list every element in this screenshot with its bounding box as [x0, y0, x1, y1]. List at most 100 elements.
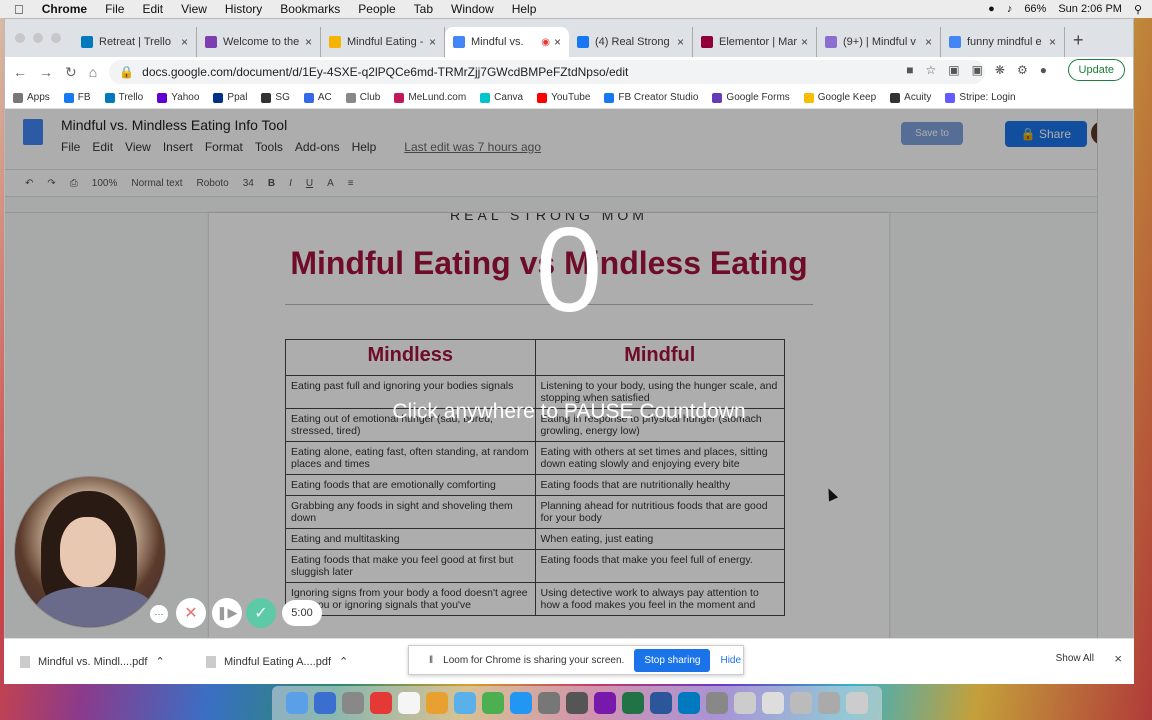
search-icon[interactable]: ⚲ [1134, 3, 1142, 16]
chevron-up-icon[interactable]: ⌃ [155, 655, 164, 668]
dock-app-icon[interactable] [454, 692, 476, 714]
bookmark-item[interactable]: Acuity [890, 92, 931, 103]
close-window-button[interactable] [15, 33, 25, 43]
bookmark-item[interactable]: Ppal [213, 92, 247, 103]
bookmark-item[interactable]: FB [63, 92, 91, 103]
bookmark-item[interactable]: Apps [13, 92, 50, 103]
wifi-icon[interactable]: ● [988, 3, 995, 15]
hide-button[interactable]: Hide [720, 655, 741, 666]
reload-icon[interactable]: ↻ [65, 64, 77, 81]
bookmark-item[interactable]: AC [303, 92, 332, 103]
menubar-app[interactable]: Chrome [42, 2, 87, 16]
tab-mindful-vs[interactable]: Mindful vs. ◉ × [445, 27, 569, 57]
close-tab-icon[interactable]: × [677, 35, 684, 49]
dock-app-icon[interactable] [622, 692, 644, 714]
dock-app-icon[interactable] [734, 692, 756, 714]
bookmark-item[interactable]: Google Keep [803, 92, 876, 103]
more-options-icon[interactable]: ⋯ [150, 605, 168, 623]
camera-icon[interactable]: ■ [906, 63, 913, 77]
extension-icon[interactable]: ▣ [972, 63, 983, 77]
dock-app-icon[interactable] [370, 692, 392, 714]
dock-app-icon[interactable] [790, 692, 812, 714]
tab-mindful-v[interactable]: (9+) | Mindful v × [817, 27, 941, 57]
close-tab-icon[interactable]: × [305, 35, 312, 49]
menubar-people[interactable]: People [358, 2, 395, 16]
tab-real-strong[interactable]: (4) Real Strong × [569, 27, 693, 57]
menubar-bookmarks[interactable]: Bookmarks [280, 2, 340, 16]
menubar-tab[interactable]: Tab [414, 2, 433, 16]
bookmark-item[interactable]: Yahoo [157, 92, 199, 103]
bookmark-item[interactable]: Stripe: Login [945, 92, 1016, 103]
countdown-overlay[interactable] [5, 109, 1133, 639]
bookmark-item[interactable]: FB Creator Studio [604, 92, 698, 103]
bookmark-item[interactable]: Trello [104, 92, 143, 103]
close-tab-icon[interactable]: × [429, 35, 436, 49]
pause-recording-button[interactable]: ❚▶ [212, 598, 242, 628]
profile-avatar[interactable]: ● [1040, 63, 1047, 77]
menubar-view[interactable]: View [181, 2, 207, 16]
apple-icon[interactable]:  [14, 2, 24, 17]
tab-welcome[interactable]: Welcome to the × [197, 27, 321, 57]
bookmark-item[interactable]: Canva [480, 92, 523, 103]
dock-app-icon[interactable] [594, 692, 616, 714]
zoom-window-button[interactable] [51, 33, 61, 43]
loom-icon[interactable]: ❋ [995, 63, 1005, 77]
dock-app-icon[interactable] [426, 692, 448, 714]
close-tab-icon[interactable]: × [181, 35, 188, 49]
clock[interactable]: Sun 2:06 PM [1058, 3, 1122, 15]
bookmark-item[interactable]: Club [345, 92, 380, 103]
menubar-window[interactable]: Window [451, 2, 494, 16]
dock-app-icon[interactable] [678, 692, 700, 714]
dock-app-icon[interactable] [538, 692, 560, 714]
volume-icon[interactable]: ♪ [1007, 3, 1013, 15]
close-tab-icon[interactable]: × [1049, 35, 1056, 49]
dock-app-icon[interactable] [650, 692, 672, 714]
new-tab-button[interactable]: + [1073, 30, 1084, 51]
dock-app-icon[interactable] [846, 692, 868, 714]
dock-app-icon[interactable] [706, 692, 728, 714]
back-icon[interactable]: ← [13, 64, 27, 80]
close-downloads-icon[interactable]: × [1114, 651, 1122, 666]
dock-app-icon[interactable] [818, 692, 840, 714]
download-item[interactable]: Mindful Eating A....pdf ⌃ [206, 655, 376, 668]
pause-countdown-text[interactable]: Click anywhere to PAUSE Countdown [0, 400, 1138, 424]
menubar-history[interactable]: History [225, 2, 262, 16]
download-item[interactable]: Mindful vs. Mindl....pdf ⌃ [20, 655, 190, 668]
show-all-downloads-button[interactable]: Show All [1056, 653, 1094, 664]
close-tab-icon[interactable]: × [925, 35, 932, 49]
update-button[interactable]: Update [1067, 59, 1125, 81]
dock-app-icon[interactable] [510, 692, 532, 714]
tab-google-search[interactable]: funny mindful e × [941, 27, 1065, 57]
tab-mindful-eating[interactable]: Mindful Eating - × [321, 27, 445, 57]
star-icon[interactable]: ☆ [925, 63, 936, 77]
menubar-edit[interactable]: Edit [142, 2, 163, 16]
bookmark-item[interactable]: SG [261, 92, 290, 103]
dock-app-icon[interactable] [482, 692, 504, 714]
dock-app-icon[interactable] [566, 692, 588, 714]
finish-recording-button[interactable]: ✓ [246, 598, 276, 628]
extension-icon[interactable]: ▣ [948, 63, 959, 77]
dock-app-icon[interactable] [762, 692, 784, 714]
dock-app-icon[interactable] [314, 692, 336, 714]
dock-app-icon[interactable] [398, 692, 420, 714]
bookmark-item[interactable]: MeLund.com [394, 92, 466, 103]
minimize-window-button[interactable] [33, 33, 43, 43]
home-icon[interactable]: ⌂ [89, 64, 97, 80]
cancel-recording-button[interactable]: ✕ [176, 598, 206, 628]
battery-level[interactable]: 66% [1024, 3, 1046, 15]
tab-trello[interactable]: Retreat | Trello × [73, 27, 197, 57]
bookmark-item[interactable]: YouTube [537, 92, 590, 103]
dock-app-icon[interactable] [286, 692, 308, 714]
menubar-help[interactable]: Help [512, 2, 537, 16]
forward-icon[interactable]: → [39, 64, 53, 80]
bookmark-item[interactable]: Google Forms [712, 92, 790, 103]
menubar-file[interactable]: File [105, 2, 124, 16]
omnibox[interactable]: 🔒 docs.google.com/document/d/1Ey-4SXE-q2… [109, 60, 985, 84]
webcam-bubble[interactable] [14, 476, 166, 628]
tab-elementor[interactable]: Elementor | Mar × [693, 27, 817, 57]
puzzle-icon[interactable]: ⚙ [1017, 63, 1028, 77]
close-tab-icon[interactable]: × [801, 35, 808, 49]
chevron-up-icon[interactable]: ⌃ [339, 655, 348, 668]
dock-app-icon[interactable] [342, 692, 364, 714]
stop-sharing-button[interactable]: Stop sharing [634, 648, 711, 672]
